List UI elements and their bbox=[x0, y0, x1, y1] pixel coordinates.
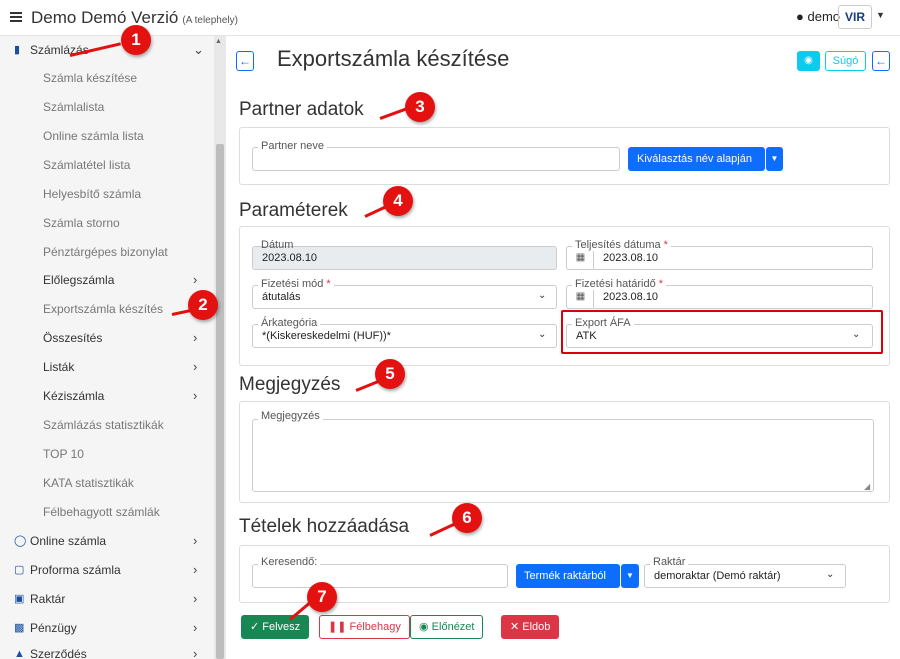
chat-icon: ◉ bbox=[804, 55, 813, 66]
sidebar-item-helyesbito[interactable]: Helyesbítő számla bbox=[0, 180, 214, 208]
note-section-title: Megjegyzés bbox=[239, 374, 341, 395]
sidebar-item-top10[interactable]: TOP 10 bbox=[0, 440, 214, 468]
help-button[interactable]: Súgó bbox=[825, 51, 866, 71]
globe-icon: ◯ bbox=[14, 535, 27, 547]
pause-icon: ❚❚ bbox=[328, 621, 347, 633]
sidebar: ▮ Számlázás ⌄ Számla készítése Számlalis… bbox=[0, 36, 226, 659]
sidebar-scroll-thumb[interactable] bbox=[216, 144, 224, 659]
sidebar-item-szamlalista[interactable]: Számlalista bbox=[0, 93, 214, 121]
sidebar-item-szamlazas[interactable]: ▮ Számlázás ⌄ bbox=[0, 36, 214, 64]
chevron-down-icon: ⌄ bbox=[826, 569, 835, 580]
sidebar-item-statisztikak[interactable]: Számlázás statisztikák bbox=[0, 411, 214, 439]
sidebar-item-szamla-keszitese[interactable]: Számla készítése bbox=[0, 64, 214, 92]
caret-down-icon: ▼ bbox=[626, 571, 634, 580]
search-label: Keresendő: bbox=[258, 556, 321, 568]
sidebar-item-raktar[interactable]: ▣ Raktár › bbox=[0, 585, 214, 613]
chevron-right-icon: › bbox=[193, 330, 198, 345]
arrow-left-icon: ← bbox=[875, 54, 887, 68]
close-icon: ✕ bbox=[510, 621, 520, 633]
chevron-right-icon: › bbox=[193, 359, 198, 374]
warehouse-icon: ▣ bbox=[14, 593, 25, 605]
eye-icon: ◉ bbox=[419, 621, 429, 633]
chevron-right-icon: › bbox=[193, 591, 198, 606]
user-icon: ● bbox=[796, 9, 804, 24]
annotation-badge-3: 3 bbox=[405, 92, 435, 122]
back-button[interactable]: ← bbox=[236, 51, 254, 71]
annotation-badge-1: 1 bbox=[121, 25, 151, 55]
user-menu[interactable]: ● demo bbox=[796, 9, 840, 24]
chevron-right-icon: › bbox=[193, 388, 198, 403]
annotation-badge-5: 5 bbox=[375, 359, 405, 389]
sidebar-item-listak[interactable]: Listák › bbox=[0, 353, 214, 381]
document-icon: ▢ bbox=[14, 564, 25, 576]
payment-method-label: Fizetési mód * bbox=[258, 278, 334, 290]
date-label: Dátum bbox=[261, 239, 294, 251]
site-label: (A telephely) bbox=[182, 15, 238, 26]
items-section-title: Tételek hozzáadása bbox=[239, 516, 410, 537]
sidebar-item-keziszamla[interactable]: Kéziszámla › bbox=[0, 382, 214, 410]
back-button-right[interactable]: ← bbox=[872, 51, 890, 71]
price-category-label: Árkategória bbox=[258, 317, 321, 329]
chevron-right-icon: › bbox=[193, 620, 198, 635]
product-from-warehouse-button[interactable]: Termék raktárból bbox=[516, 564, 620, 588]
sidebar-item-proforma[interactable]: ▢ Proforma számla › bbox=[0, 556, 214, 584]
chevron-right-icon: › bbox=[193, 533, 198, 548]
chevron-down-icon: ⌄ bbox=[193, 42, 204, 57]
export-vat-highlight bbox=[561, 310, 883, 354]
sidebar-item-osszesites[interactable]: Összesítés › bbox=[0, 324, 214, 352]
select-by-name-button[interactable]: Kiválasztás név alapján bbox=[628, 147, 765, 171]
sidebar-item-exportszamla[interactable]: Exportszámla készítés bbox=[0, 295, 214, 323]
chevron-right-icon: › bbox=[193, 272, 198, 287]
arrow-left-icon: ← bbox=[239, 54, 251, 68]
performance-date-label: Teljesítés dátuma * bbox=[572, 239, 671, 251]
invoice-icon: ▮ bbox=[14, 44, 21, 56]
check-icon: ✓ bbox=[250, 621, 260, 633]
chevron-right-icon: › bbox=[193, 646, 198, 659]
partner-section-title: Partner adatok bbox=[239, 99, 364, 120]
sidebar-item-online-szamla[interactable]: ◯ Online számla › bbox=[0, 527, 214, 555]
caret-down-icon: ▼ bbox=[770, 154, 779, 163]
chevron-down-icon[interactable]: ▼ bbox=[876, 10, 885, 20]
warehouse-label: Raktár bbox=[650, 556, 689, 568]
sidebar-item-penzugy[interactable]: ▩ Pénzügy › bbox=[0, 614, 214, 642]
vir-logo[interactable]: VIR bbox=[838, 5, 872, 29]
params-section-title: Paraméterek bbox=[239, 200, 348, 221]
page-title: Exportszámla készítése bbox=[277, 46, 510, 71]
note-textarea[interactable] bbox=[252, 419, 874, 492]
chevron-down-icon: ⌄ bbox=[538, 290, 547, 301]
sidebar-item-online-szamla-lista[interactable]: Online számla lista bbox=[0, 122, 214, 150]
money-icon: ▩ bbox=[14, 622, 25, 634]
product-dropdown-toggle[interactable]: ▼ bbox=[621, 564, 639, 588]
payment-due-label: Fizetési határidő * bbox=[572, 278, 667, 290]
date-field: 2023.08.10 bbox=[252, 246, 557, 270]
discard-button[interactable]: ✕ Eldob bbox=[501, 615, 560, 639]
note-label: Megjegyzés bbox=[258, 410, 323, 422]
annotation-badge-2: 2 bbox=[188, 290, 218, 320]
contract-icon: ▲ bbox=[14, 648, 25, 659]
preview-button[interactable]: ◉ Előnézet bbox=[410, 615, 484, 639]
menu-icon[interactable] bbox=[10, 12, 22, 22]
sidebar-item-felbehagyott[interactable]: Félbehagyott számlák bbox=[0, 498, 214, 526]
chevron-down-icon: ⌄ bbox=[538, 329, 547, 340]
chevron-right-icon: › bbox=[193, 562, 198, 577]
sidebar-item-eloleg[interactable]: Előlegszámla › bbox=[0, 266, 214, 294]
chat-button[interactable]: ◉ bbox=[797, 51, 820, 71]
sidebar-item-penztargep[interactable]: Pénztárgépes bizonylat bbox=[0, 238, 214, 266]
sidebar-item-kata[interactable]: KATA statisztikák bbox=[0, 469, 214, 497]
sidebar-item-storno[interactable]: Számla storno bbox=[0, 209, 214, 237]
sidebar-item-szamlatetel-lista[interactable]: Számlatétel lista bbox=[0, 151, 214, 179]
annotation-badge-6: 6 bbox=[452, 503, 482, 533]
partner-name-label: Partner neve bbox=[258, 140, 327, 152]
annotation-badge-7: 7 bbox=[307, 582, 337, 612]
resize-handle-icon[interactable]: ◢ bbox=[864, 482, 870, 491]
select-dropdown-toggle[interactable]: ▼ bbox=[766, 147, 783, 171]
scroll-up-icon[interactable]: ▲ bbox=[215, 38, 222, 45]
pause-button[interactable]: ❚❚ Félbehagy bbox=[319, 615, 410, 639]
add-button[interactable]: ✓ Felvesz bbox=[241, 615, 310, 639]
annotation-badge-4: 4 bbox=[383, 186, 413, 216]
sidebar-item-szerzodes[interactable]: ▲ Szerződés › bbox=[0, 640, 214, 659]
